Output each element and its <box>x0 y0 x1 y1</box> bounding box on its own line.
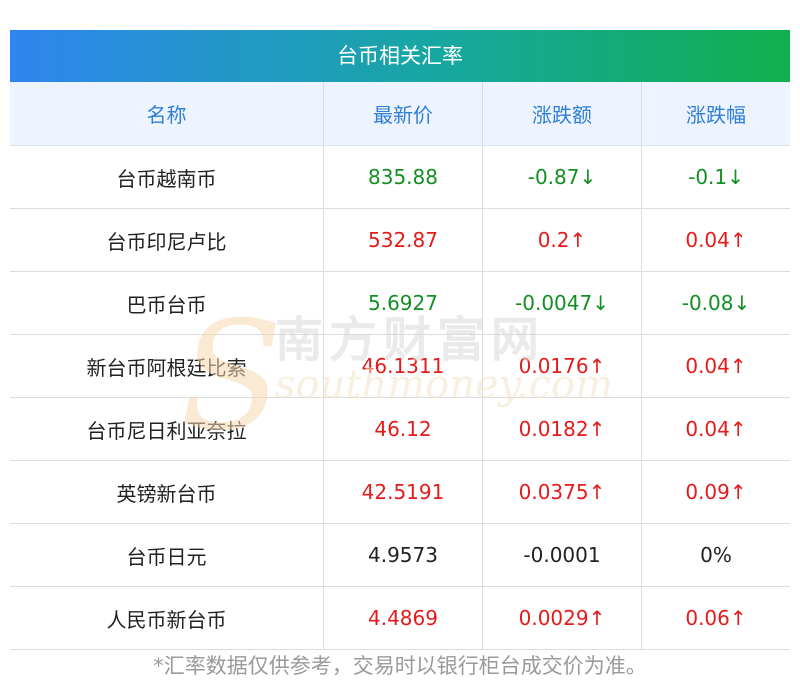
cell-latest-price: 5.6927 <box>323 271 483 335</box>
column-header-pct: 涨跌幅 <box>641 82 790 146</box>
cell-latest-price: 4.4869 <box>323 586 483 650</box>
table-row: 台币日元 4.9573 -0.0001 0% <box>10 523 790 587</box>
cell-currency-pair: 巴币台币 <box>10 271 324 335</box>
cell-change-amount: 0.0176↑ <box>482 334 642 398</box>
cell-change-amount: 0.0182↑ <box>482 397 642 461</box>
table-row: 台币越南币 835.88 -0.87↓ -0.1↓ <box>10 145 790 209</box>
cell-change-percent: 0% <box>641 523 790 587</box>
cell-change-amount: -0.0001 <box>482 523 642 587</box>
cell-latest-price: 42.5191 <box>323 460 483 524</box>
cell-latest-price: 835.88 <box>323 145 483 209</box>
cell-change-percent: 0.04↑ <box>641 397 790 461</box>
cell-latest-price: 4.9573 <box>323 523 483 587</box>
cell-latest-price: 46.1311 <box>323 334 483 398</box>
cell-currency-pair: 新台币阿根廷比索 <box>10 334 324 398</box>
cell-currency-pair: 人民币新台币 <box>10 586 324 650</box>
table-header-row: 名称 最新价 涨跌额 涨跌幅 <box>10 82 790 146</box>
table-row: 台币印尼卢比 532.87 0.2↑ 0.04↑ <box>10 208 790 272</box>
table-row: 英镑新台币 42.5191 0.0375↑ 0.09↑ <box>10 460 790 524</box>
exchange-rate-card: 台币相关汇率 名称 最新价 涨跌额 涨跌幅 台币越南币 835.88 -0.87↓ -… <box>10 30 790 650</box>
cell-currency-pair: 英镑新台币 <box>10 460 324 524</box>
cell-change-percent: -0.08↓ <box>641 271 790 335</box>
cell-change-percent: -0.1↓ <box>641 145 790 209</box>
table-row: 新台币阿根廷比索 46.1311 0.0176↑ 0.04↑ <box>10 334 790 398</box>
cell-change-amount: 0.2↑ <box>482 208 642 272</box>
disclaimer-footnote: *汇率数据仅供参考，交易时以银行柜台成交价为准。 <box>153 654 647 678</box>
table-title: 台币相关汇率 <box>10 30 790 82</box>
table-row: 人民币新台币 4.4869 0.0029↑ 0.06↑ <box>10 586 790 650</box>
cell-currency-pair: 台币越南币 <box>10 145 324 209</box>
cell-currency-pair: 台币日元 <box>10 523 324 587</box>
cell-change-percent: 0.04↑ <box>641 334 790 398</box>
cell-change-amount: -0.87↓ <box>482 145 642 209</box>
column-header-change: 涨跌额 <box>482 82 642 146</box>
column-header-name: 名称 <box>10 82 324 146</box>
cell-change-amount: 0.0029↑ <box>482 586 642 650</box>
cell-change-amount: -0.0047↓ <box>482 271 642 335</box>
cell-currency-pair: 台币印尼卢比 <box>10 208 324 272</box>
cell-change-percent: 0.09↑ <box>641 460 790 524</box>
exchange-rate-table: 名称 最新价 涨跌额 涨跌幅 台币越南币 835.88 -0.87↓ -0.1↓ 台币印… <box>10 82 790 650</box>
cell-change-amount: 0.0375↑ <box>482 460 642 524</box>
table-row: 巴币台币 5.6927 -0.0047↓ -0.08↓ <box>10 271 790 335</box>
cell-latest-price: 532.87 <box>323 208 483 272</box>
column-header-price: 最新价 <box>323 82 483 146</box>
cell-currency-pair: 台币尼日利亚奈拉 <box>10 397 324 461</box>
table-row: 台币尼日利亚奈拉 46.12 0.0182↑ 0.04↑ <box>10 397 790 461</box>
cell-change-percent: 0.06↑ <box>641 586 790 650</box>
cell-change-percent: 0.04↑ <box>641 208 790 272</box>
cell-latest-price: 46.12 <box>323 397 483 461</box>
